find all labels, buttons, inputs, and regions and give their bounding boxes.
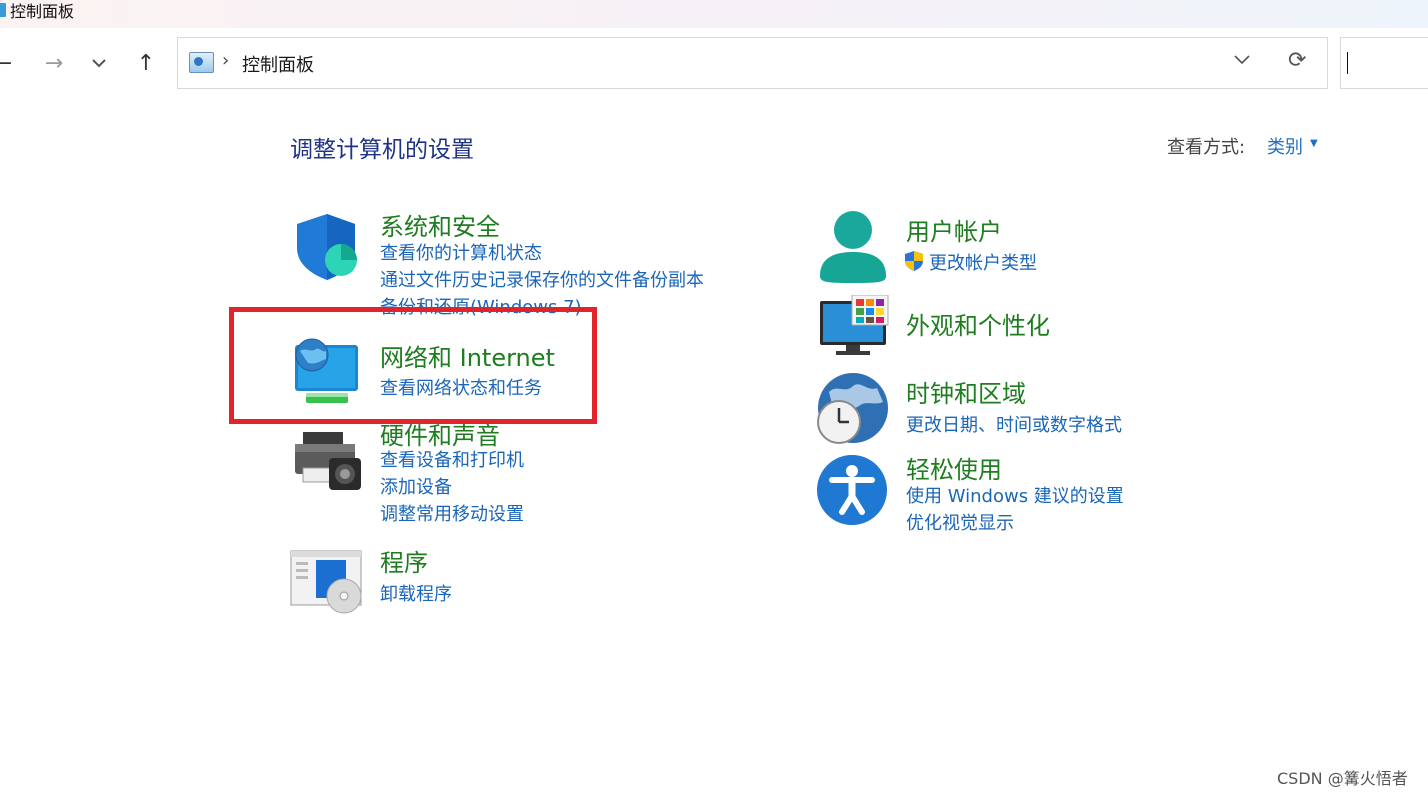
link-change-date-time-format[interactable]: 更改日期、时间或数字格式 [906,411,1122,437]
category-programs[interactable]: 程序 [380,543,428,578]
shield-icon[interactable] [293,212,361,282]
link-devices-printers[interactable]: 查看设备和打印机 [380,446,524,472]
clock-globe-icon[interactable] [815,372,889,446]
breadcrumb-separator: › [222,50,230,71]
page-title: 调整计算机的设置 [290,137,474,163]
window-title: 控制面板 [10,2,75,21]
text-caret [1347,52,1348,74]
search-input[interactable] [1340,37,1428,89]
programs-icon[interactable] [290,548,364,614]
back-arrow-icon: ← [0,50,13,76]
chevron-down-icon [1234,55,1250,65]
printer-icon[interactable] [293,430,363,492]
view-by-label: 查看方式: [1167,137,1246,158]
control-panel-icon [189,52,214,73]
chevron-down-icon [92,59,106,68]
link-uninstall-program[interactable]: 卸载程序 [380,580,452,606]
link-windows-suggested-settings[interactable]: 使用 Windows 建议的设置 [906,482,1124,508]
personalization-monitor-icon[interactable] [818,295,890,357]
title-bar: 控制面板 [0,0,1428,28]
address-dropdown-button[interactable] [1233,50,1251,71]
uac-shield-icon [905,251,923,271]
forward-button[interactable]: → [39,48,69,78]
link-view-computer-status[interactable]: 查看你的计算机状态 [380,239,542,265]
refresh-icon: ⟳ [1288,48,1307,73]
link-add-device[interactable]: 添加设备 [380,473,452,499]
recent-locations-button[interactable] [84,48,114,78]
link-change-account-type[interactable]: 更改帐户类型 [929,249,1037,275]
accessibility-icon[interactable] [816,454,888,526]
category-appearance-personalization[interactable]: 外观和个性化 [906,306,1050,341]
up-button[interactable]: ↑ [131,48,161,78]
link-file-history[interactable]: 通过文件历史记录保存你的文件备份副本 [380,266,704,292]
category-system-security[interactable]: 系统和安全 [380,207,500,242]
link-optimize-visual-display[interactable]: 优化视觉显示 [906,509,1014,535]
view-by-caret-icon[interactable]: ▼ [1310,138,1318,149]
refresh-button[interactable]: ⟳ [1288,48,1306,73]
forward-arrow-icon: → [44,50,64,76]
back-button[interactable]: ← [0,48,18,78]
watermark: CSDN @篝火悟者 [1277,769,1408,788]
category-clock-region[interactable]: 时钟和区域 [906,374,1026,409]
category-user-accounts[interactable]: 用户帐户 [906,212,1002,247]
breadcrumb-control-panel[interactable]: 控制面板 [242,51,314,77]
address-bar[interactable]: › 控制面板 ⟳ [177,37,1328,89]
user-icon[interactable] [818,210,888,284]
link-mobility-settings[interactable]: 调整常用移动设置 [380,500,524,526]
view-by-dropdown[interactable]: 类别 [1267,133,1303,159]
up-arrow-icon: ↑ [136,50,156,76]
category-ease-of-access[interactable]: 轻松使用 [906,450,1002,485]
highlight-annotation-box [229,307,597,424]
control-panel-app-icon [0,3,6,17]
